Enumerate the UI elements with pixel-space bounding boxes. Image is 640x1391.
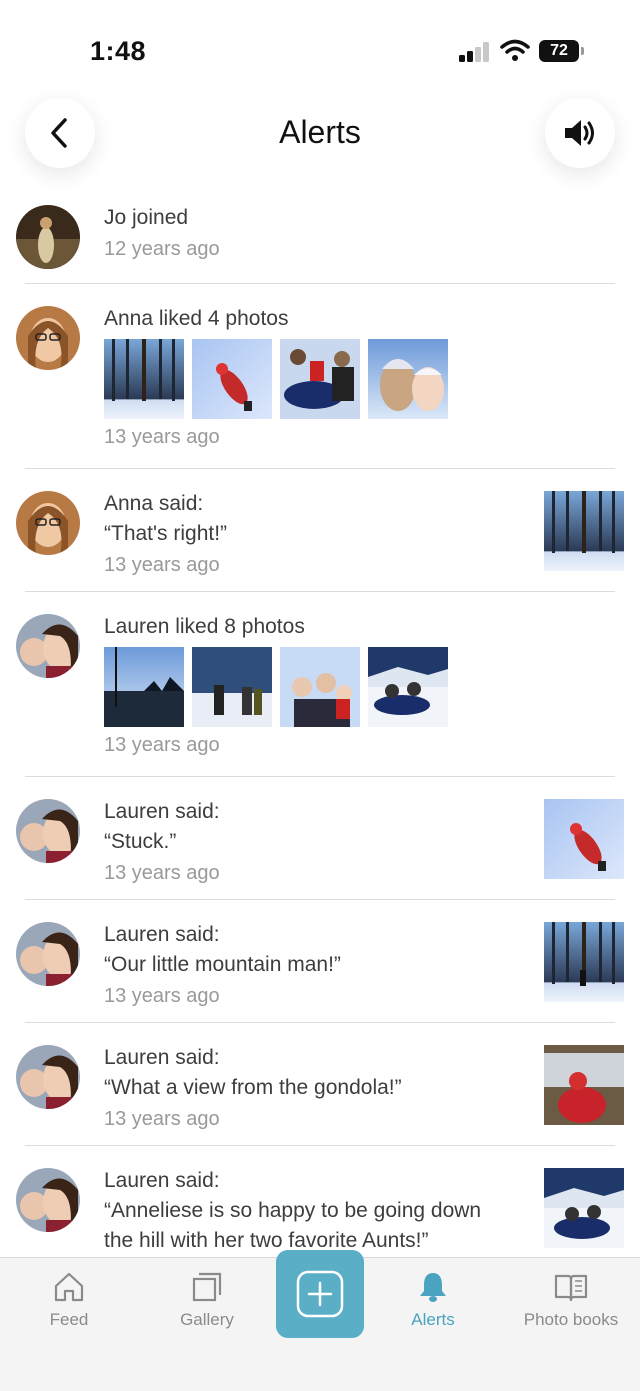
status-time: 1:48 — [90, 36, 147, 66]
alert-time: 13 years ago — [104, 862, 220, 884]
photo-thumbnail[interactable] — [104, 339, 184, 419]
alert-author-line: Lauren said: — [104, 800, 220, 823]
avatar — [16, 799, 80, 863]
alert-item[interactable]: Lauren said: “Our little mountain man!” … — [0, 900, 640, 1023]
add-button[interactable] — [276, 1250, 364, 1338]
avatar — [16, 922, 80, 986]
photo-thumbnail[interactable] — [544, 922, 624, 1002]
status-bar: 1:48 72 — [0, 0, 640, 100]
alert-text: Lauren said: “Stuck.” — [104, 797, 220, 857]
alert-text: Lauren said: “Our little mountain man!” — [104, 920, 341, 980]
tab-label: Gallery — [180, 1310, 234, 1329]
avatar — [16, 1168, 80, 1232]
alert-time: 13 years ago — [104, 1108, 220, 1130]
alert-author-line: Anna said: — [104, 492, 204, 515]
photo-thumbnail[interactable] — [280, 339, 360, 419]
alert-quote: “What a view from the gondola!” — [104, 1076, 402, 1099]
home-icon — [54, 1272, 84, 1302]
alert-author-line: Lauren said: — [104, 1046, 220, 1069]
alert-item[interactable]: Anna said: “That's right!” 13 years ago — [0, 469, 640, 592]
tab-feed[interactable]: Feed — [40, 1270, 98, 1330]
gallery-icon — [192, 1272, 222, 1302]
photo-thumbnail[interactable] — [544, 799, 624, 879]
alert-text: Jo joined — [104, 206, 189, 229]
alert-quote: “Stuck.” — [104, 830, 177, 853]
alert-quote: “Our little mountain man!” — [104, 953, 341, 976]
photo-thumbnail[interactable] — [280, 647, 360, 727]
plus-icon — [296, 1270, 344, 1318]
tab-photo-books[interactable]: Photo books — [516, 1270, 626, 1330]
alert-quote-line-1: “Anneliese is so happy to be going down — [104, 1199, 482, 1222]
avatar — [16, 1045, 80, 1109]
alert-item[interactable]: Anna liked 4 photos 13 years ago — [0, 284, 640, 469]
photo-thumbnail[interactable] — [544, 1168, 624, 1248]
tab-alerts[interactable]: Alerts — [402, 1270, 464, 1330]
page-title: Alerts — [279, 114, 361, 150]
tab-bar: Feed Gallery Alerts Photo books — [0, 1250, 640, 1391]
alert-time: 12 years ago — [104, 238, 220, 260]
alert-time: 13 years ago — [104, 426, 220, 448]
alert-time: 13 years ago — [104, 554, 220, 576]
tab-label: Feed — [49, 1310, 89, 1329]
alert-text: Anna liked 4 photos — [104, 307, 289, 330]
tab-label: Photo books — [523, 1310, 619, 1329]
wifi-icon — [500, 39, 530, 61]
photo-thumbnail[interactable] — [368, 647, 448, 727]
header: Alerts — [0, 96, 640, 172]
speaker-icon — [565, 120, 594, 146]
photo-thumbnails — [104, 647, 448, 727]
alert-author-line: Lauren said: — [104, 1169, 220, 1192]
tab-label: Alerts — [411, 1310, 455, 1329]
cellular-signal-icon — [459, 42, 491, 62]
alert-text: Lauren liked 8 photos — [104, 615, 305, 638]
alert-item[interactable]: Lauren said: “Stuck.” 13 years ago — [0, 777, 640, 900]
alert-item[interactable]: Lauren said: “What a view from the gondo… — [0, 1023, 640, 1146]
alert-item[interactable]: Lauren liked 8 photos 13 years ago — [0, 592, 640, 777]
avatar — [16, 491, 80, 555]
sound-button[interactable] — [545, 98, 615, 168]
battery-indicator: 72 — [539, 40, 584, 62]
alert-quote: “That's right!” — [104, 522, 228, 545]
photo-thumbnail[interactable] — [192, 647, 272, 727]
tab-gallery[interactable]: Gallery — [172, 1270, 242, 1330]
alert-text: Lauren said: “Anneliese is so happy to b… — [104, 1166, 481, 1256]
alert-item[interactable]: Jo joined 12 years ago — [0, 200, 640, 284]
alert-author-line: Lauren said: — [104, 923, 220, 946]
alert-time: 13 years ago — [104, 734, 220, 756]
photo-thumbnail[interactable] — [104, 647, 184, 727]
alert-text: Lauren said: “What a view from the gondo… — [104, 1043, 402, 1103]
photo-thumbnails — [104, 339, 448, 419]
avatar — [16, 306, 80, 370]
book-icon — [554, 1274, 588, 1302]
alert-time: 13 years ago — [104, 985, 220, 1007]
photo-thumbnail[interactable] — [368, 339, 448, 419]
avatar — [16, 614, 80, 678]
alert-item[interactable]: Lauren said: “Anneliese is so happy to b… — [0, 1146, 640, 1256]
photo-thumbnail[interactable] — [192, 339, 272, 419]
photo-thumbnail[interactable] — [544, 1045, 624, 1125]
bell-icon — [420, 1273, 446, 1302]
alert-text: Anna said: “That's right!” — [104, 489, 227, 549]
avatar — [16, 205, 80, 269]
photo-thumbnail[interactable] — [544, 491, 624, 571]
